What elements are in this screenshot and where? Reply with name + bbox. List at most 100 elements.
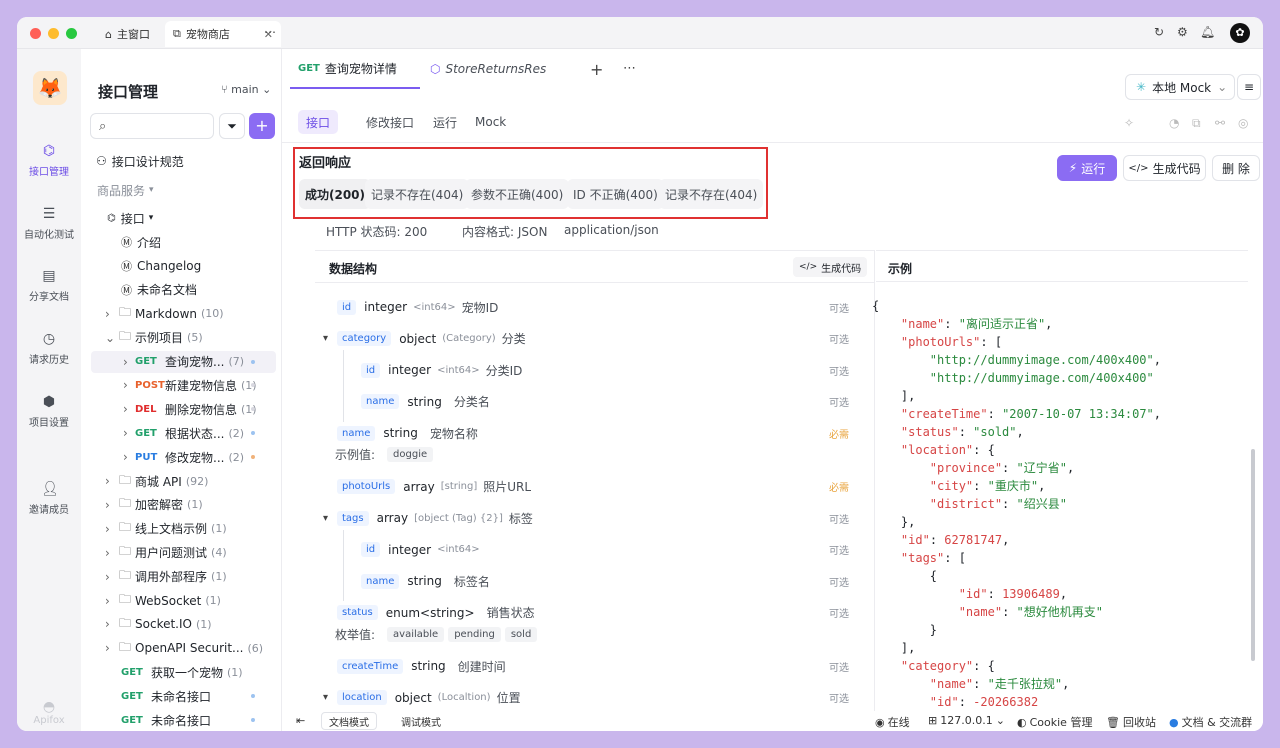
close-window-button[interactable]	[30, 28, 41, 39]
caret-down-icon[interactable]: ▾	[323, 513, 328, 524]
tree-doc-item[interactable]: Ⓜ 未命名文档	[81, 279, 197, 301]
more-icon[interactable]: ⋯	[623, 61, 636, 76]
caret-down-icon[interactable]: ▾	[323, 333, 328, 344]
doc-mode-button[interactable]: 文档模式	[321, 712, 377, 730]
run-button[interactable]: ⚡︎ 运行	[1057, 155, 1117, 181]
search-input[interactable]: ⌕	[90, 113, 214, 139]
tree-api-item[interactable]: GET 未命名接口	[81, 709, 255, 731]
schema-field[interactable]: ▾ tags array [object (Tag) {2}] 标签 可选	[315, 506, 849, 530]
refresh-icon[interactable]: ↻	[1154, 25, 1164, 39]
tab-get-pet[interactable]: GET 查询宠物详情	[290, 49, 420, 89]
schema-field[interactable]: name string 分类名 可选	[315, 381, 849, 422]
copy-icon[interactable]: ⧉	[1192, 116, 1201, 131]
collapse-sidebar-icon[interactable]: ⇤	[296, 714, 305, 727]
subtab-edit[interactable]: 修改接口	[366, 110, 414, 134]
chevron-right-icon[interactable]: ›	[123, 426, 135, 440]
chevron-right-icon[interactable]: ›	[105, 498, 119, 512]
more-tabs-icon[interactable]: ⋯	[264, 25, 276, 39]
chevron-right-icon[interactable]: ›	[105, 522, 119, 536]
tree-folder-item[interactable]: › 🗀︎ OpenAPI Securit... (6)	[81, 637, 263, 659]
chevron-right-icon[interactable]: ›	[105, 570, 119, 584]
chevron-right-icon[interactable]: ›	[105, 474, 119, 488]
debug-mode-button[interactable]: 调试模式	[401, 714, 441, 729]
schema-field[interactable]: status enum<string> 销售状态 可选	[315, 601, 849, 625]
tree-doc-item[interactable]: Ⓜ Changelog	[81, 255, 201, 277]
schema-gen-code-button[interactable]: </> 生成代码	[793, 257, 868, 277]
tree-folder-item[interactable]: › 🗀︎ 用户问题测试 (4)	[81, 542, 227, 564]
example-scrollbar[interactable]	[1251, 449, 1255, 661]
tree-api-item[interactable]: GET 未命名接口	[81, 685, 255, 707]
rail-history[interactable]: ◷ 请求历史	[17, 331, 81, 366]
chevron-right-icon[interactable]: ›	[123, 355, 135, 369]
target-icon[interactable]: ◎	[1238, 116, 1248, 130]
tree-folder-item[interactable]: › 🗀︎ 线上文档示例 (1)	[81, 518, 227, 540]
chevron-down-icon[interactable]: ⌄	[105, 331, 119, 345]
cookie-manager[interactable]: ◐ Cookie 管理	[1017, 714, 1092, 730]
add-tab-icon[interactable]: +	[590, 60, 603, 79]
schema-field[interactable]: name string 标签名 可选	[315, 561, 849, 601]
tree-folder-item[interactable]: ⌄ 🗀︎ 示例项目 (5)	[81, 327, 203, 349]
project-logo[interactable]: 🦊	[33, 71, 67, 105]
schema-field[interactable]: name string 宠物名称 必需	[315, 421, 849, 445]
ip-selector[interactable]: ⊞ 127.0.0.1 ⌄	[928, 714, 1005, 727]
tree-api-item[interactable]: › POST 新建宠物信息 (1)	[81, 374, 257, 396]
response-tab-404a[interactable]: 记录不存在(404)	[365, 179, 470, 209]
tab-storereturnsres[interactable]: ⬡ StoreReturnsRes	[430, 49, 546, 89]
schema-field[interactable]: ▾ location object (Localtion) 位置 可选	[315, 686, 849, 710]
chevron-right-icon[interactable]: ›	[105, 594, 119, 608]
magic-icon[interactable]: ✧	[1124, 116, 1134, 130]
guide-item[interactable]: ⚇ 接口设计规范	[96, 150, 184, 172]
chevron-right-icon[interactable]: ›	[123, 402, 135, 416]
trash-button[interactable]: 🗑︎ 回收站	[1106, 714, 1156, 730]
response-tab-400a[interactable]: 参数不正确(400)	[465, 179, 570, 209]
schema-field[interactable]: id integer <int64> 可选	[315, 529, 849, 570]
tree-root[interactable]: ⌬ 接口 ▾	[107, 207, 153, 229]
chevron-right-icon[interactable]: ›	[105, 641, 119, 655]
chevron-right-icon[interactable]: ›	[123, 378, 135, 392]
add-button[interactable]: +	[249, 113, 275, 139]
chart-icon[interactable]: ◔	[1169, 116, 1179, 130]
subtab-run[interactable]: 运行	[433, 110, 457, 134]
response-tab-400b[interactable]: ID 不正确(400)	[567, 179, 664, 209]
zoom-window-button[interactable]	[66, 28, 77, 39]
rail-invite-member[interactable]: 👤︎ 邀请成员	[17, 481, 81, 516]
subtab-interface[interactable]: 接口	[298, 110, 339, 134]
schema-field[interactable]: photoUrls array [string] 照片URL 必需	[315, 475, 849, 499]
chevron-right-icon[interactable]: ›	[105, 307, 119, 321]
tree-api-item[interactable]: › DEL 删除宠物信息 (1)	[81, 398, 257, 420]
rail-share-docs[interactable]: ▤ 分享文档	[17, 268, 81, 303]
tree-api-item[interactable]: GET 获取一个宠物 (1)	[81, 661, 243, 683]
tree-folder-item[interactable]: › 🗀︎ WebSocket (1)	[81, 590, 221, 612]
filter-button[interactable]: ⏷	[219, 113, 245, 139]
chevron-right-icon[interactable]: ›	[105, 546, 119, 560]
env-selector[interactable]: ✳ 本地 Mock ⌄	[1125, 74, 1235, 100]
community-button[interactable]: ● 文档 & 交流群	[1169, 714, 1252, 730]
schema-field[interactable]: createTime string 创建时间 可选	[315, 654, 849, 678]
rail-project-settings[interactable]: ⬢ 项目设置	[17, 394, 81, 429]
group-label[interactable]: 商品服务 ▾	[97, 179, 154, 201]
share-icon[interactable]: ⚯	[1215, 116, 1225, 130]
response-tab-200[interactable]: 成功(200)	[299, 179, 372, 209]
response-tab-404b[interactable]: 记录不存在(404)	[659, 179, 764, 209]
chevron-right-icon[interactable]: ›	[105, 617, 119, 631]
caret-down-icon[interactable]: ▾	[323, 692, 328, 703]
window-tab-main[interactable]: ⌂ 主窗口	[97, 21, 158, 47]
schema-field[interactable]: id integer <int64> 分类ID 可选	[315, 350, 849, 390]
schema-field[interactable]: id integer <int64> 宠物ID 可选	[315, 295, 849, 319]
generate-code-button[interactable]: </> 生成代码	[1123, 155, 1206, 181]
rail-automation[interactable]: ☰ 自动化测试	[17, 206, 81, 241]
online-status[interactable]: ◉ 在线	[875, 714, 910, 730]
schema-field[interactable]: ▾ category object (Category) 分类 可选	[315, 327, 849, 351]
gear-icon[interactable]: ⚙	[1177, 25, 1188, 39]
rail-api-management[interactable]: ⌬ 接口管理	[17, 143, 81, 178]
sidebar-scrollbar[interactable]	[277, 149, 280, 709]
branch-selector[interactable]: ⑂ main ⌄	[221, 83, 271, 96]
bell-icon[interactable]: 🔔︎	[1200, 25, 1215, 39]
tree-api-item[interactable]: › GET 根据状态... (2)	[81, 422, 255, 444]
tree-api-item[interactable]: › PUT 修改宠物... (2)	[81, 446, 255, 468]
menu-button[interactable]: ≡	[1237, 74, 1261, 100]
avatar[interactable]: ✿	[1230, 23, 1250, 43]
delete-button[interactable]: 删 除	[1212, 155, 1260, 181]
minimize-window-button[interactable]	[48, 28, 59, 39]
tree-folder-item[interactable]: › 🗀︎ 加密解密 (1)	[81, 494, 203, 516]
